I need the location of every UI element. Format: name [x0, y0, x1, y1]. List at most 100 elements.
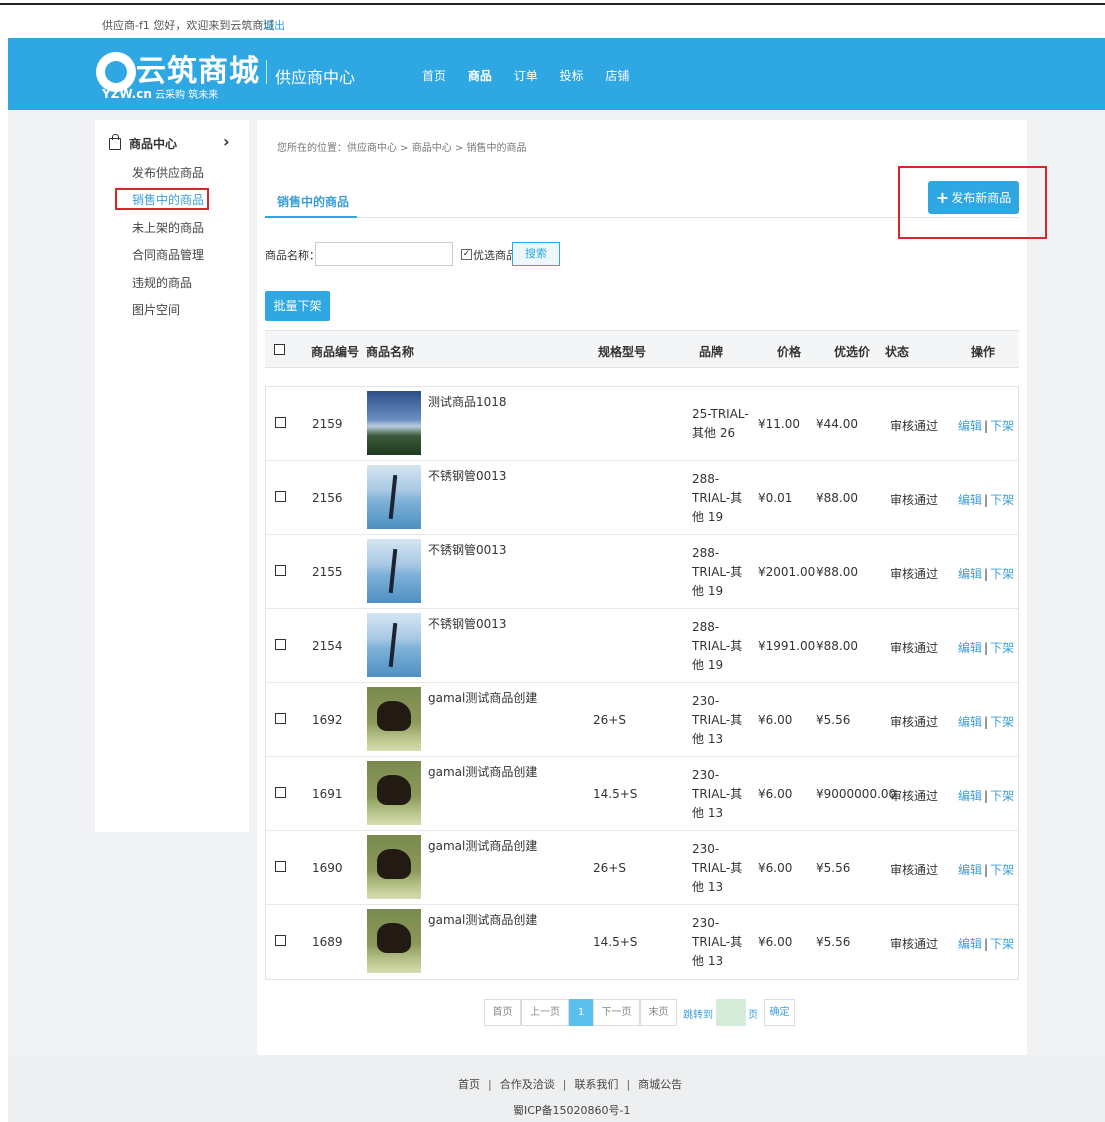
unlist-link[interactable]: 下架 [990, 493, 1014, 507]
table-header: 商品编号 商品名称 规格型号 品牌 价格 优选价 状态 操作 [265, 330, 1019, 368]
product-name[interactable]: 不锈钢管0013 [428, 541, 507, 558]
sidebar-item-unlisted[interactable]: 未上架的商品 [132, 219, 204, 236]
product-thumbnail[interactable] [367, 835, 421, 899]
product-optimal-price: ¥5.56 [816, 713, 851, 727]
unlist-link[interactable]: 下架 [990, 419, 1014, 433]
unlist-link[interactable]: 下架 [990, 863, 1014, 877]
product-price: ¥6.00 [758, 935, 793, 949]
product-thumbnail[interactable] [367, 687, 421, 751]
action-separator: | [984, 419, 989, 433]
product-name[interactable]: gamal测试商品创建 [428, 837, 537, 854]
nav-store[interactable]: 店铺 [605, 69, 629, 83]
search-button[interactable]: 搜索 [512, 242, 560, 266]
unlist-link[interactable]: 下架 [990, 715, 1014, 729]
product-status: 审核通过 [890, 641, 939, 655]
product-thumbnail[interactable] [367, 465, 421, 529]
edit-link[interactable]: 编辑 [958, 493, 982, 507]
unlist-link[interactable]: 下架 [990, 567, 1014, 581]
product-spec: 26+S [593, 713, 626, 727]
product-thumbnail[interactable] [367, 761, 421, 825]
nav-bidding[interactable]: 投标 [560, 69, 584, 83]
unlist-link[interactable]: 下架 [990, 641, 1014, 655]
col-price: 价格 [777, 345, 802, 359]
row-checkbox[interactable] [275, 417, 286, 428]
action-separator: | [984, 493, 989, 507]
product-optimal-price: ¥5.56 [816, 861, 851, 875]
product-spec: 14.5+S [593, 787, 638, 801]
col-status: 状态 [885, 345, 910, 359]
select-all-checkbox[interactable] [274, 344, 285, 355]
sidebar-item-images[interactable]: 图片空间 [132, 301, 180, 318]
footer-link-cooperation[interactable]: 合作及洽谈 [500, 1078, 555, 1091]
product-thumbnail[interactable] [367, 539, 421, 603]
row-checkbox[interactable] [275, 935, 286, 946]
footer-link-contact[interactable]: 联系我们 [574, 1078, 618, 1091]
optimal-product-checkbox[interactable]: ✓ [461, 249, 472, 260]
product-name[interactable]: 不锈钢管0013 [428, 615, 507, 632]
edit-link[interactable]: 编辑 [958, 567, 982, 581]
optimal-product-label: 优选商品 [473, 249, 517, 262]
page-jump-confirm-button[interactable]: 确定 [764, 999, 795, 1026]
product-thumbnail[interactable] [367, 909, 421, 973]
page-current[interactable]: 1 [569, 999, 593, 1026]
footer-link-home[interactable]: 首页 [458, 1078, 480, 1091]
row-checkbox[interactable] [275, 491, 286, 502]
product-thumbnail[interactable] [367, 391, 421, 455]
page-last-button[interactable]: 末页 [640, 999, 677, 1026]
unlist-link[interactable]: 下架 [990, 789, 1014, 803]
highlight-box-publish [898, 166, 1047, 239]
brand-slogan: 云采购 筑未来 [155, 90, 219, 101]
edit-link[interactable]: 编辑 [958, 789, 982, 803]
page-first-button[interactable]: 首页 [484, 999, 521, 1026]
edit-link[interactable]: 编辑 [958, 715, 982, 729]
breadcrumb: 您所在的位置：供应商中心 > 商品中心 > 销售中的商品 [277, 143, 527, 154]
nav-orders[interactable]: 订单 [514, 69, 538, 83]
product-id: 1689 [312, 935, 343, 949]
row-checkbox[interactable] [275, 787, 286, 798]
sidebar-item-contract[interactable]: 合同商品管理 [132, 246, 204, 263]
product-name[interactable]: gamal测试商品创建 [428, 763, 537, 780]
sidebar-item-violations[interactable]: 违规的商品 [132, 274, 192, 291]
edit-link[interactable]: 编辑 [958, 419, 982, 433]
product-thumbnail[interactable] [367, 613, 421, 677]
action-separator: | [984, 567, 989, 581]
product-name[interactable]: 不锈钢管0013 [428, 467, 507, 484]
edit-link[interactable]: 编辑 [958, 641, 982, 655]
product-name[interactable]: 测试商品1018 [428, 393, 507, 410]
row-checkbox[interactable] [275, 861, 286, 872]
logout-link[interactable]: 退出 [263, 17, 285, 33]
footer-link-announcements[interactable]: 商城公告 [638, 1078, 682, 1091]
product-name-input[interactable] [315, 242, 453, 266]
sidebar-title: 商品中心 [129, 137, 178, 151]
product-name[interactable]: gamal测试商品创建 [428, 689, 537, 706]
page-jump-label: 跳转到 [683, 1010, 713, 1021]
product-price: ¥2001.00 [758, 565, 816, 579]
footer-separator: | [626, 1078, 631, 1091]
main-panel: 您所在的位置：供应商中心 > 商品中心 > 销售中的商品 销售中的商品 + 发布新… [257, 120, 1047, 1055]
main-nav: 首页 商品 订单 投标 店铺 [422, 67, 647, 84]
sidebar-item-publish[interactable]: 发布供应商品 [132, 164, 204, 181]
page-next-button[interactable]: 下一页 [593, 999, 640, 1026]
nav-products[interactable]: 商品 [468, 69, 492, 83]
top-border-line [0, 3, 1105, 5]
product-status: 审核通过 [890, 715, 939, 729]
row-checkbox[interactable] [275, 639, 286, 650]
row-actions: 编辑 | 下架 [958, 713, 1014, 730]
batch-unlist-button[interactable]: 批量下架 [265, 291, 330, 321]
nav-home[interactable]: 首页 [422, 69, 446, 83]
row-checkbox[interactable] [275, 565, 286, 576]
product-optimal-price: ¥9000000.00 [816, 787, 897, 801]
product-name[interactable]: gamal测试商品创建 [428, 911, 537, 928]
edit-link[interactable]: 编辑 [958, 937, 982, 951]
chevron-right-icon[interactable]: › [223, 132, 230, 151]
unlist-link[interactable]: 下架 [990, 937, 1014, 951]
tab-on-sale[interactable]: 销售中的商品 [277, 193, 349, 210]
page-jump-input[interactable] [716, 999, 746, 1026]
product-status: 审核通过 [890, 493, 939, 507]
edit-link[interactable]: 编辑 [958, 863, 982, 877]
row-checkbox[interactable] [275, 713, 286, 724]
brand-logo[interactable]: 云筑商城 YZW.cn 云采购 筑未来 [96, 48, 259, 102]
row-actions: 编辑 | 下架 [958, 565, 1014, 582]
page-prev-button[interactable]: 上一页 [521, 999, 569, 1026]
sidebar-header[interactable]: 商品中心 [109, 134, 178, 152]
